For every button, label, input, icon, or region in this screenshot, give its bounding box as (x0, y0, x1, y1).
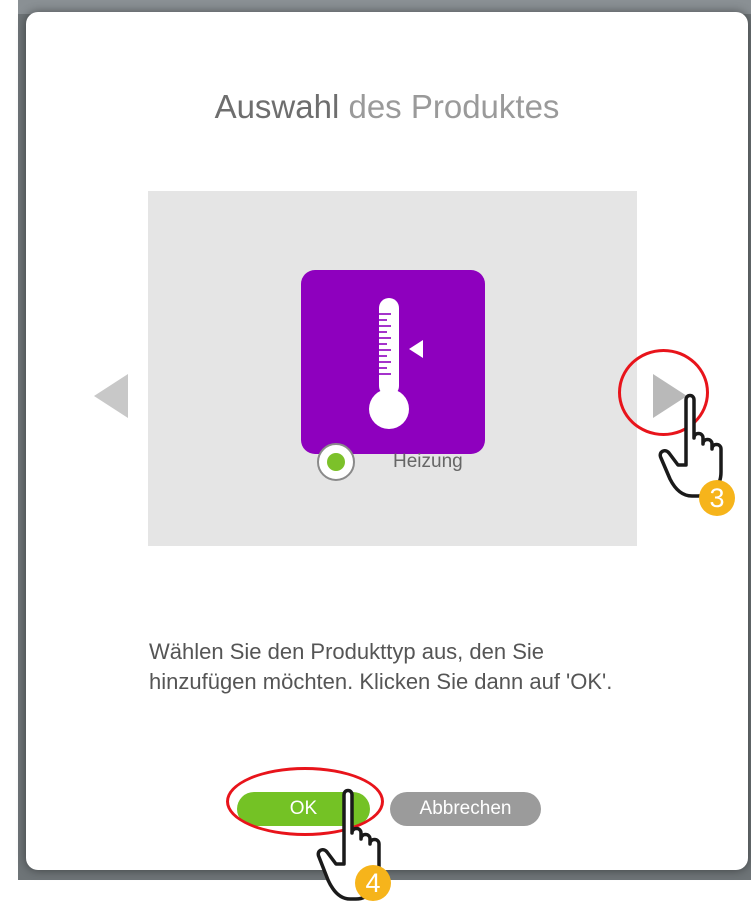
dialog-title-rest: des Produktes (348, 88, 560, 125)
triangle-left-icon (94, 374, 128, 418)
radio-selected-dot (327, 453, 345, 471)
step-badge-4: 4 (355, 865, 391, 901)
cancel-button[interactable]: Abbrechen (390, 792, 541, 826)
pointer-hand-icon (316, 787, 406, 918)
dialog-title: Auswahl des Produktes (26, 88, 748, 126)
dialog-title-strong: Auswahl (214, 88, 340, 125)
product-tile[interactable] (301, 270, 485, 454)
step-badge-3: 3 (699, 480, 735, 516)
product-carousel-panel: Heizung (148, 191, 637, 546)
product-radio[interactable] (317, 443, 355, 481)
product-label: Heizung (393, 451, 463, 472)
prev-product-button[interactable] (92, 372, 132, 425)
thermometer-icon (369, 298, 423, 429)
instruction-text: Wählen Sie den Produkttyp aus, den Sie h… (149, 639, 613, 694)
